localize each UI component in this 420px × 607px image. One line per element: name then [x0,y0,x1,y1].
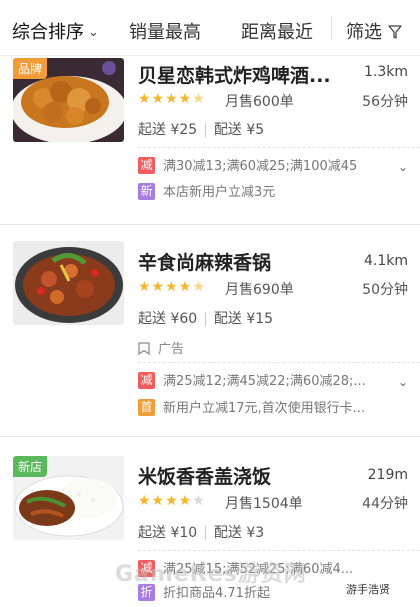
fees: 起送 ¥60 | 配送 ¥15 [138,308,273,328]
shop-name[interactable]: 贝星恋韩式炸鸡啤酒... [138,61,331,88]
delivery-fee: 配送 ¥5 [213,122,265,138]
watermark: GameRes游资网 [115,562,307,587]
ad-text: 广告 [158,342,185,357]
shop-separator [0,224,420,225]
star-icon: ★★★★ [138,493,193,509]
ad-label: 广告 [138,338,184,357]
divider [331,16,332,40]
rating-stars: ★★★★★ [138,279,206,295]
sort-bar: 综合排序 ⌄ 销量最高 距离最近 筛选 [0,0,420,56]
min-order: 起送 ¥10 [138,525,198,541]
star-icon: ★★★★ [138,91,193,107]
fees: 起送 ¥10 | 配送 ¥3 [138,522,264,542]
min-order: 起送 ¥60 [138,311,198,327]
promotion-text: 满30减13;满60减25;满100减45 [163,159,358,174]
delivery-time: 50分钟 [362,282,408,298]
sort-comprehensive[interactable]: 综合排序 ⌄ [12,18,99,44]
discount-tag: 减 [138,157,155,174]
sort-comprehensive-label: 综合排序 [12,22,84,43]
promotion-text: 满25减12;满45减22;满60减28;... [163,374,366,389]
shop-thumbnail: 品牌 [13,58,124,142]
monthly-sales: 月售1504单 [225,496,303,512]
promotion-row: 减满30减13;满60减25;满100减45 [138,155,357,174]
shop-thumbnail: 新店 [13,456,124,540]
delivery-fee: 配送 ¥15 [213,311,274,327]
delivery-fee: 配送 ¥3 [213,525,265,541]
promotion-text: 新用户立减17元,首次使用银行卡... [163,401,366,416]
sort-nearest[interactable]: 距离最近 [241,18,313,44]
rating-stars: ★★★★★ [138,91,206,107]
empty-star-icon: ★ [192,493,206,509]
promotion-row: 减满25减12;满45减22;满60减28;... [138,370,366,389]
shop-distance: 219m [367,467,408,483]
discount-tag: 减 [138,372,155,389]
dashed-divider [138,550,420,551]
half-star-icon: ★ [192,279,206,295]
new-shop-badge: 新店 [13,456,48,477]
spicy-pot-image [13,241,124,325]
filter-button[interactable]: 筛选 [346,18,402,44]
rating-stars: ★★★★★ [138,493,206,509]
monthly-sales: 月售690单 [225,282,294,298]
filter-icon [388,25,402,39]
shop-name[interactable]: 米饭香香盖浇饭 [138,462,271,489]
delivery-time: 44分钟 [362,496,408,512]
fees: 起送 ¥25 | 配送 ¥5 [138,119,264,139]
first-order-tag: 首 [138,399,155,416]
dashed-divider [138,362,420,363]
shop-thumbnail [13,241,124,325]
expand-promotions-icon[interactable]: ⌄ [398,375,408,389]
shop-distance: 4.1km [363,253,408,269]
shop-separator [0,436,420,437]
half-star-icon: ★ [192,91,206,107]
bookmark-icon [138,342,150,355]
shop-distance: 1.3km [363,64,408,80]
min-order: 起送 ¥25 [138,122,198,138]
divider: | [203,525,208,541]
delivery-time: 56分钟 [362,94,408,110]
divider: | [203,311,208,327]
brand-badge: 品牌 [13,58,48,79]
new-user-tag: 新 [138,183,155,200]
star-icon: ★★★★ [138,279,193,295]
filter-label: 筛选 [346,22,382,43]
monthly-sales: 月售600单 [225,94,294,110]
shop-card[interactable]: 品牌 贝星恋韩式炸鸡啤酒... 1.3km ★★★★★ 月售600单 56分钟 … [0,56,420,226]
promotion-row: 新本店新用户立减3元 [138,181,275,200]
promotion-text: 折扣商品4.71折起 [163,586,270,601]
dashed-divider [138,147,420,148]
shop-card[interactable]: 辛食尚麻辣香锅 4.1km ★★★★★ 月售690单 50分钟 起送 ¥60 | 配… [0,236,420,426]
promotion-row: 首新用户立减17元,首次使用银行卡... [138,397,365,416]
promotion-text: 本店新用户立减3元 [163,185,276,200]
expand-promotions-icon[interactable]: ⌄ [398,160,408,174]
shop-name[interactable]: 辛食尚麻辣香锅 [138,248,271,275]
divider: | [203,122,208,138]
sort-top-sales[interactable]: 销量最高 [129,18,201,44]
wechat-watermark: 游手浩贤 [342,580,394,598]
chevron-down-icon: ⌄ [88,25,99,40]
